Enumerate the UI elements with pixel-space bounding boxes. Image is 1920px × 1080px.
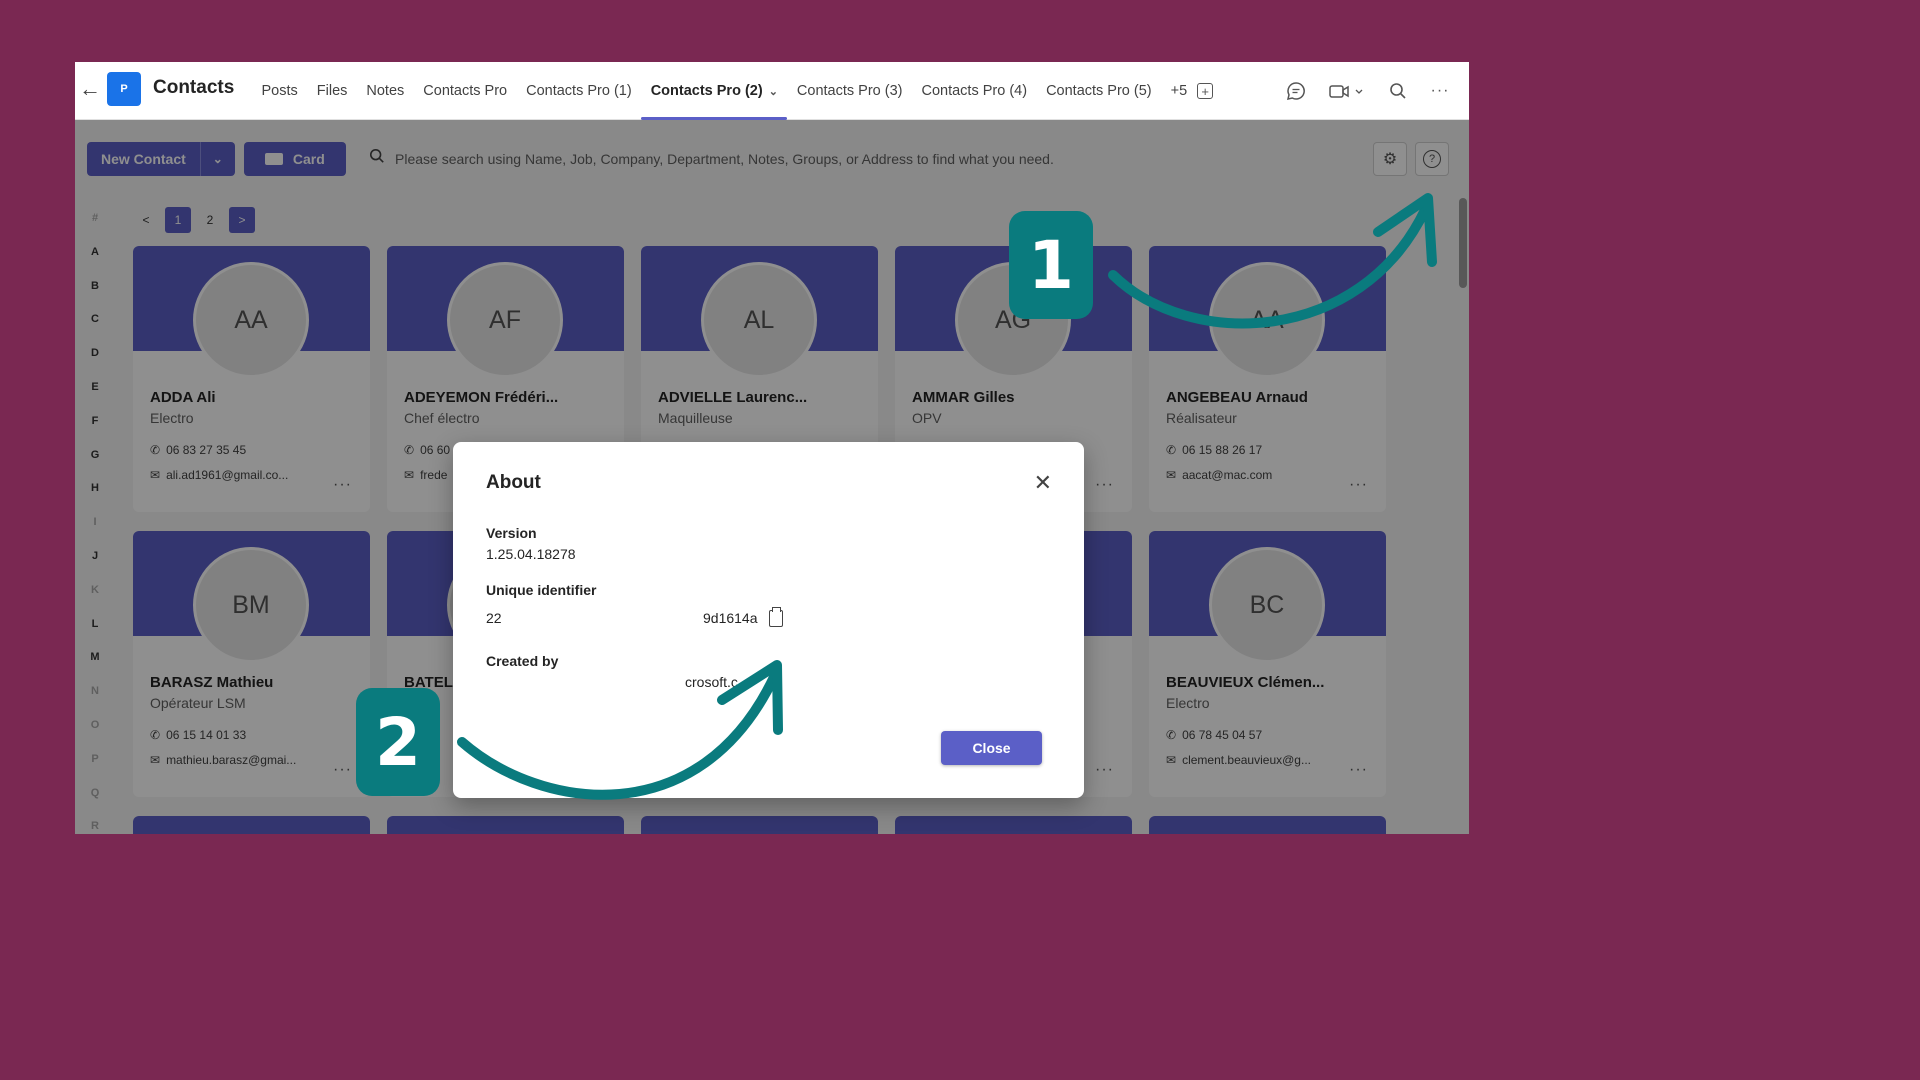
step-badge-1: 1 <box>1009 211 1093 319</box>
arrowhead-1 <box>1373 193 1437 267</box>
annotation-arrows <box>457 193 1437 800</box>
step-badge-2: 2 <box>356 688 440 796</box>
